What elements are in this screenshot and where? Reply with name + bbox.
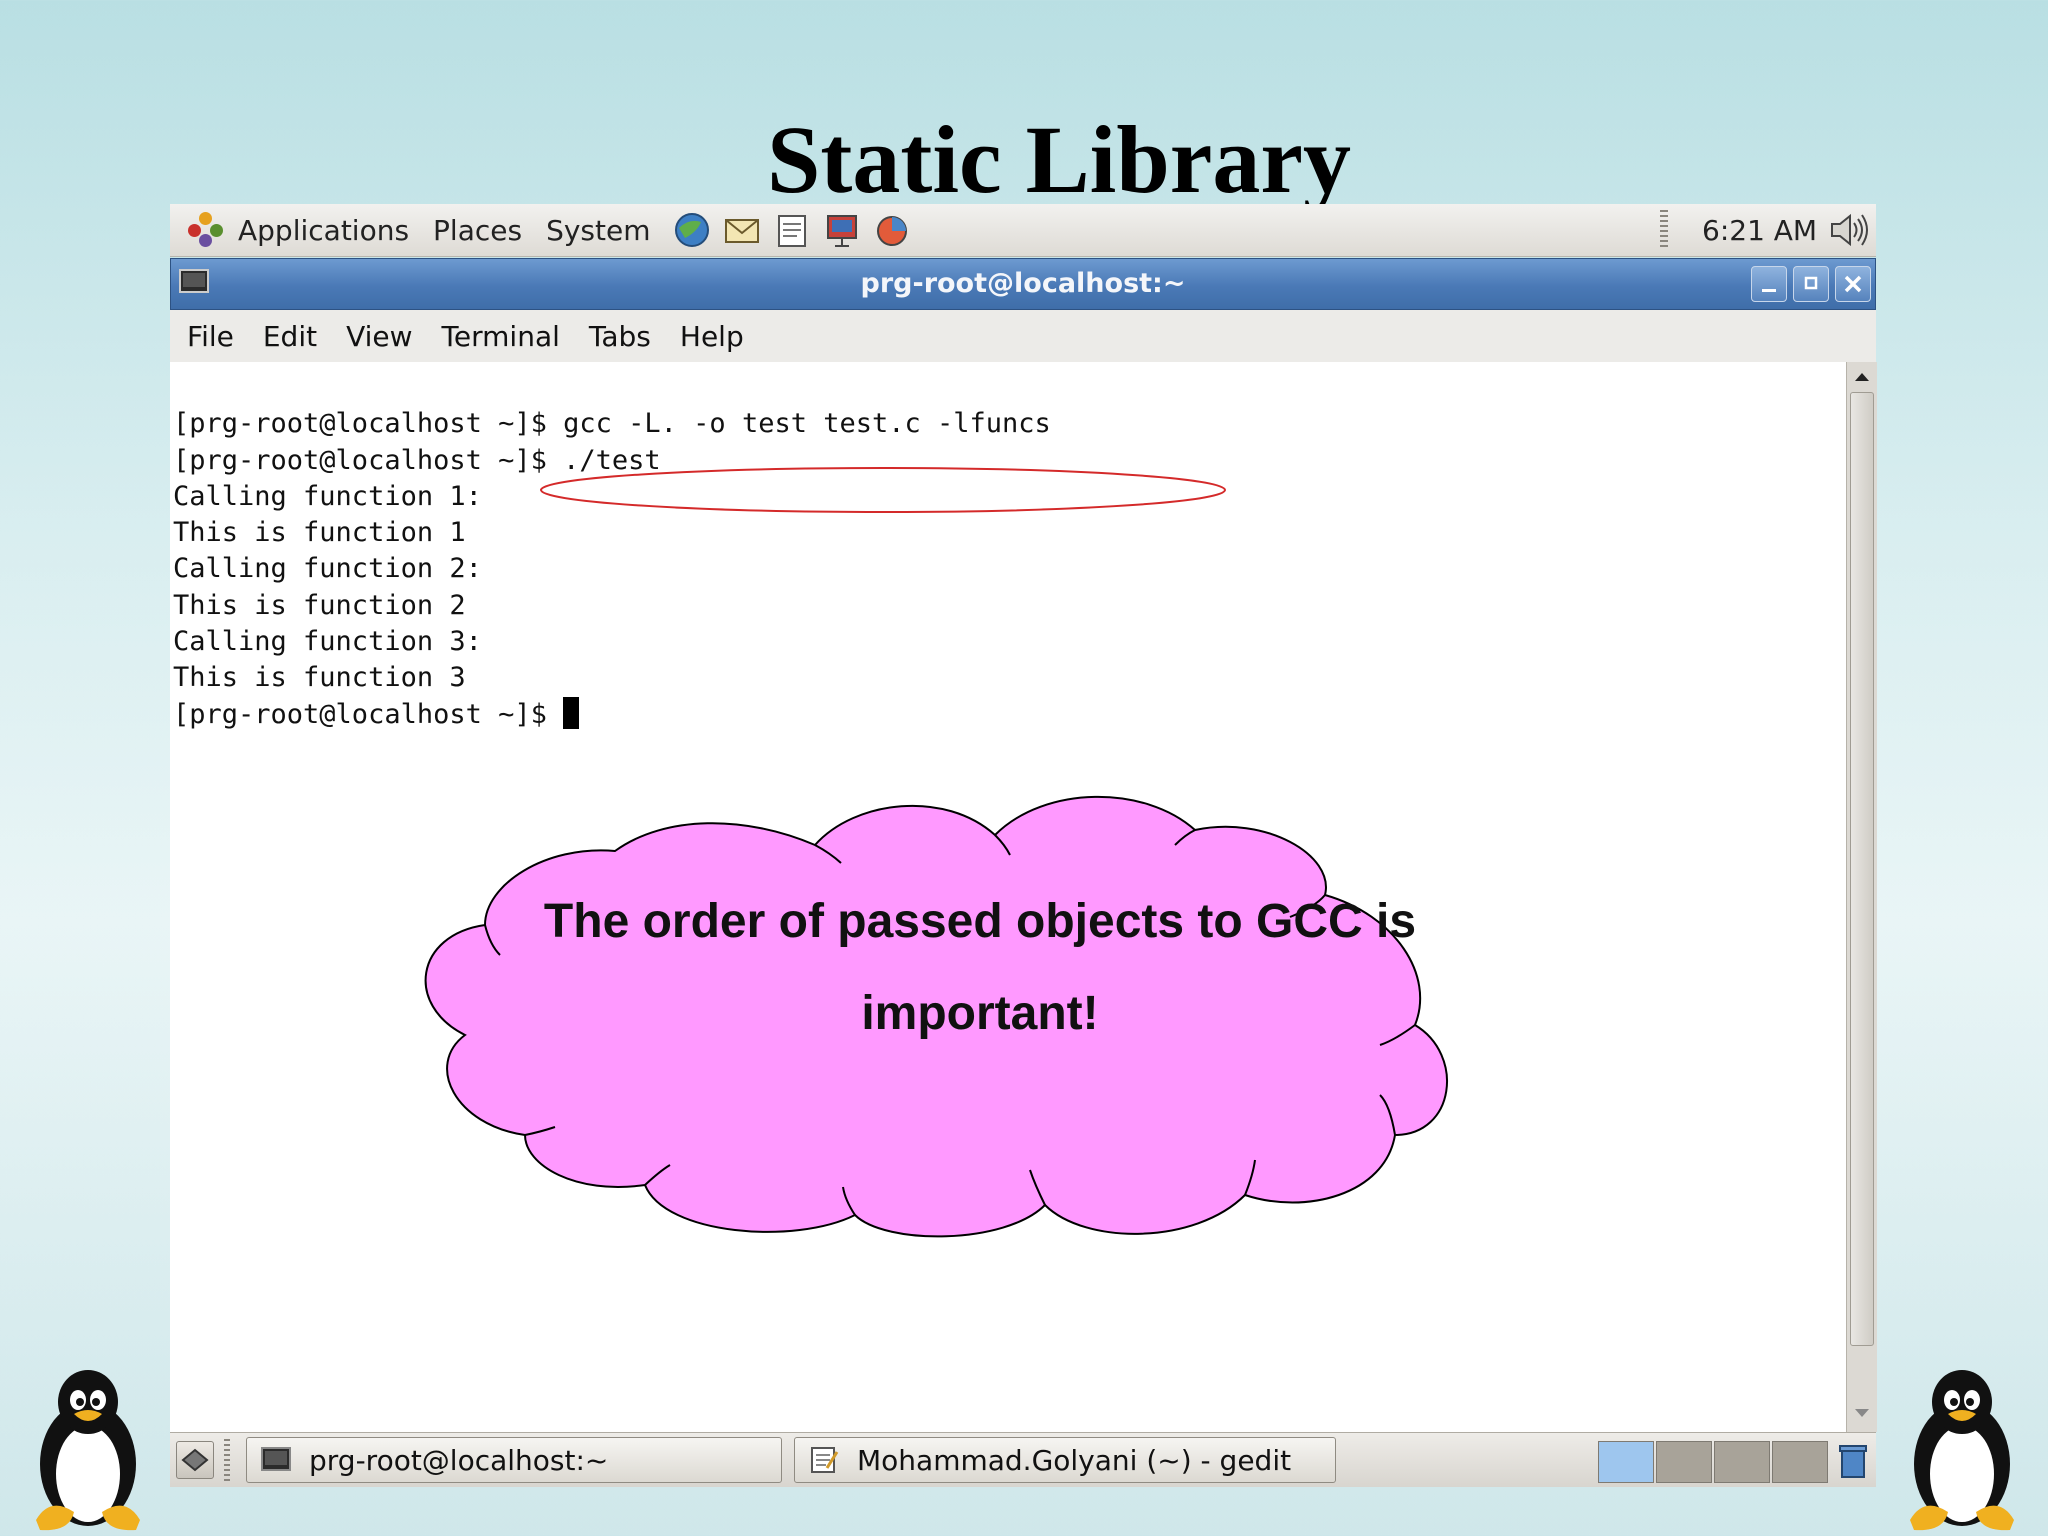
- tux-penguin-icon: [36, 1370, 140, 1531]
- menu-applications[interactable]: Applications: [238, 214, 409, 247]
- bottom-panel: prg-root@localhost:~ Mohammad.Golyani (~…: [170, 1432, 1876, 1487]
- minimize-button[interactable]: [1751, 266, 1787, 302]
- menu-system[interactable]: System: [546, 214, 650, 247]
- terminal-line: Calling function 3:: [173, 626, 482, 658]
- menu-view[interactable]: View: [346, 320, 412, 353]
- window-title: prg-root@localhost:~: [860, 268, 1186, 299]
- window-titlebar[interactable]: prg-root@localhost:~: [170, 258, 1876, 310]
- slide-title: Static Library: [767, 106, 1351, 213]
- close-icon: [1844, 275, 1862, 293]
- terminal-prompt: [prg-root@localhost ~]$: [173, 698, 564, 730]
- vertical-scrollbar[interactable]: [1846, 362, 1877, 1432]
- terminal-icon: [261, 1447, 291, 1471]
- trash-icon[interactable]: [1838, 1443, 1868, 1479]
- terminal-line: This is function 1: [173, 517, 466, 549]
- tux-penguin-icon: [1910, 1370, 2014, 1531]
- task-terminal[interactable]: prg-root@localhost:~: [246, 1437, 782, 1483]
- presentation-icon[interactable]: [821, 210, 863, 250]
- panel-grip[interactable]: [1660, 210, 1668, 250]
- callout-line-2: important!: [861, 987, 1099, 1040]
- email-icon[interactable]: [721, 210, 763, 250]
- minimize-icon: [1762, 289, 1776, 292]
- workspace-2[interactable]: [1656, 1441, 1712, 1483]
- text-cursor: [563, 696, 580, 729]
- menu-tabs[interactable]: Tabs: [589, 320, 651, 353]
- desktop-icon: [181, 1448, 209, 1472]
- clock[interactable]: 6:21 AM: [1702, 214, 1817, 247]
- highlight-ellipse: [540, 467, 1226, 513]
- callout-line-1: The order of passed objects to GCC is: [543, 895, 1417, 948]
- maximize-icon: [1804, 276, 1818, 290]
- text-editor-icon[interactable]: [771, 210, 813, 250]
- maximize-button[interactable]: [1793, 266, 1829, 302]
- menu-places[interactable]: Places: [433, 214, 522, 247]
- close-button[interactable]: [1835, 266, 1871, 302]
- workspace-1[interactable]: [1598, 1441, 1654, 1483]
- task-label: Mohammad.Golyani (~) - gedit: [857, 1443, 1292, 1477]
- browser-icon[interactable]: [671, 210, 713, 250]
- menu-terminal[interactable]: Terminal: [442, 320, 560, 353]
- panel-grip[interactable]: [224, 1439, 230, 1481]
- workspace-4[interactable]: [1772, 1441, 1828, 1483]
- task-label: prg-root@localhost:~: [309, 1443, 609, 1477]
- callout-text: The order of passed objects to GCC is im…: [480, 876, 1480, 1060]
- terminal-line: This is function 2: [173, 589, 466, 621]
- terminal-line: This is function 3: [173, 662, 466, 694]
- top-panel: Applications Places System 6:21 AM: [170, 204, 1876, 257]
- terminal-line: [prg-root@localhost ~]$ gcc -L. -o test …: [173, 408, 1051, 440]
- scroll-down-arrow-icon[interactable]: [1851, 1402, 1873, 1424]
- scrollbar-thumb[interactable]: [1850, 392, 1874, 1346]
- menu-help[interactable]: Help: [680, 320, 744, 353]
- scroll-up-arrow-icon[interactable]: [1851, 366, 1873, 388]
- speaker-icon[interactable]: [1826, 210, 1870, 250]
- office-icon[interactable]: [871, 210, 913, 250]
- text-editor-icon: [811, 1447, 839, 1473]
- workspace-3[interactable]: [1714, 1441, 1770, 1483]
- menu-edit[interactable]: Edit: [263, 320, 317, 353]
- gnome-foot-icon[interactable]: [186, 210, 226, 250]
- terminal-line: Calling function 2:: [173, 553, 482, 585]
- show-desktop-button[interactable]: [176, 1441, 214, 1479]
- menu-file[interactable]: File: [187, 320, 234, 353]
- window-menubar: File Edit View Terminal Tabs Help: [170, 310, 1876, 363]
- task-gedit[interactable]: Mohammad.Golyani (~) - gedit: [794, 1437, 1336, 1483]
